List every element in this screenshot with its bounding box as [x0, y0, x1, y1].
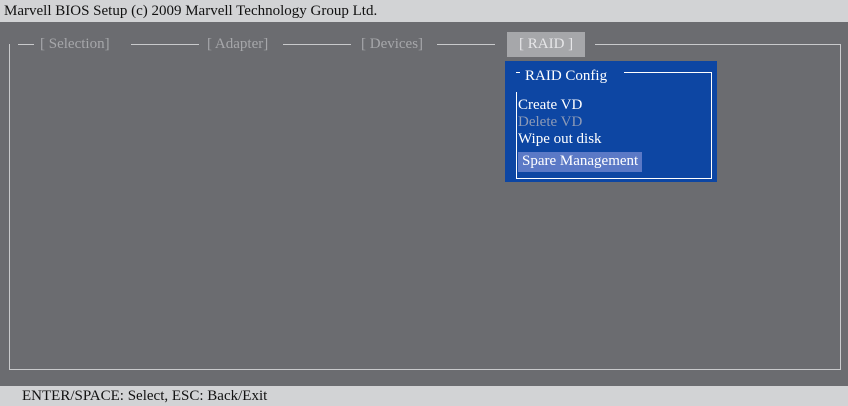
tab-devices[interactable]: [ Devices]	[361, 33, 423, 55]
key-help-text: ENTER/SPACE: Select, ESC: Back/Exit	[22, 388, 268, 404]
create-vd-item[interactable]: Create VD	[518, 97, 582, 114]
raid-config-popup: RAID Config Create VD Delete VD Wipe out…	[505, 61, 717, 182]
popup-title: RAID Config	[525, 68, 608, 84]
status-bar: ENTER/SPACE: Select, ESC: Back/Exit	[0, 386, 848, 406]
window-title: Marvell BIOS Setup (c) 2009 Marvell Tech…	[4, 3, 378, 19]
title-bar: Marvell BIOS Setup (c) 2009 Marvell Tech…	[0, 0, 848, 22]
tab-adapter[interactable]: [ Adapter]	[207, 33, 268, 55]
delete-vd-item[interactable]: Delete VD	[518, 114, 582, 131]
wipe-out-disk-item[interactable]: Wipe out disk	[518, 131, 602, 148]
tab-raid[interactable]: [ RAID ]	[507, 32, 586, 57]
tab-selection[interactable]: [ Selection]	[40, 33, 110, 55]
spare-management-item[interactable]: Spare Management	[518, 152, 643, 172]
